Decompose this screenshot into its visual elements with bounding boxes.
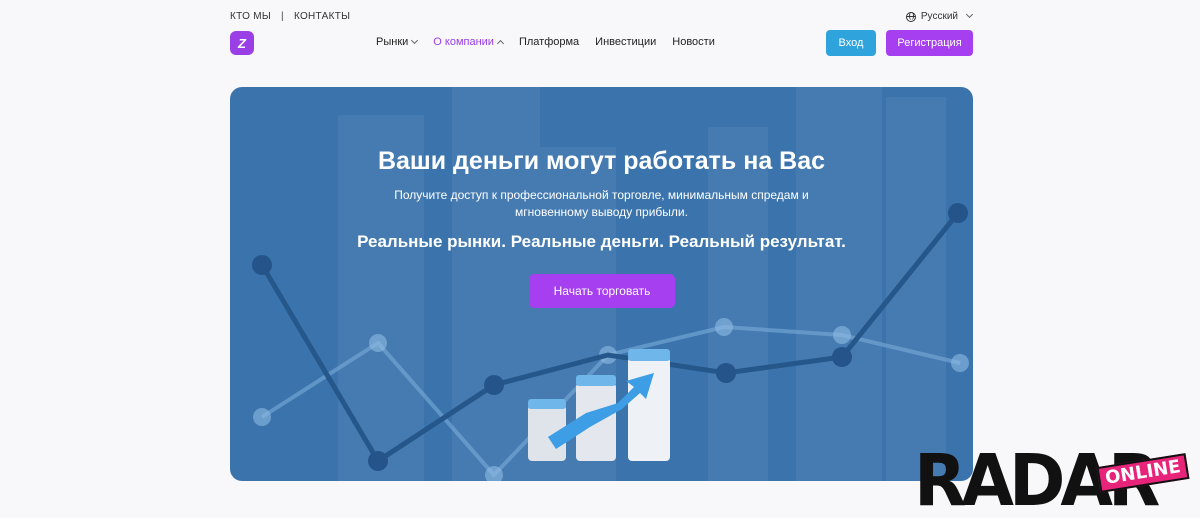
start-trading-button[interactable]: Начать торговать — [529, 274, 675, 308]
language-selector[interactable]: Русский — [905, 10, 974, 22]
chevron-down-icon — [411, 36, 419, 44]
top-links: КТО МЫ | КОНТАКТЫ — [230, 11, 350, 22]
page: КТО МЫ | КОНТАКТЫ Русский Z Рынки О комп… — [0, 0, 1200, 518]
brand-logo[interactable]: Z — [230, 31, 254, 55]
about-link[interactable]: КТО МЫ — [230, 11, 271, 22]
nav-item-label: Новости — [672, 36, 715, 48]
logo-glyph: Z — [238, 35, 246, 51]
login-button[interactable]: Вход — [826, 30, 876, 56]
chevron-down-icon — [965, 10, 974, 19]
nav-item-about-company[interactable]: О компании — [433, 36, 504, 48]
nav-item-platform[interactable]: Платформа — [519, 36, 579, 48]
top-bar: КТО МЫ | КОНТАКТЫ Русский — [230, 10, 974, 25]
hero-banner: Ваши деньги могут работать на Вас Получи… — [230, 87, 973, 481]
nav-item-label: О компании — [433, 36, 494, 48]
nav-item-investments[interactable]: Инвестиции — [595, 36, 656, 48]
hero-subtitle: Получите доступ к профессиональной торго… — [394, 188, 809, 219]
nav-item-news[interactable]: Новости — [672, 36, 715, 48]
nav-item-label: Инвестиции — [595, 36, 657, 48]
nav-item-label: Платформа — [518, 36, 580, 48]
contacts-link[interactable]: КОНТАКТЫ — [294, 11, 350, 22]
nav-item-label: Рынки — [376, 36, 409, 48]
main-nav: Рынки О компании Платформа Инвестиции Но… — [376, 36, 715, 48]
hero-tagline: Реальные рынки. Реальные деньги. Реальны… — [357, 232, 846, 251]
radar-online-watermark: RADAR ONLINE — [912, 440, 1200, 518]
nav-item-markets[interactable]: Рынки — [376, 36, 419, 48]
language-label: Русский — [920, 11, 958, 22]
register-button[interactable]: Регистрация — [886, 30, 973, 56]
chevron-up-icon — [496, 39, 504, 47]
top-separator: | — [281, 11, 284, 22]
globe-icon — [905, 11, 916, 22]
hero-title: Ваши деньги могут работать на Вас — [377, 147, 826, 175]
